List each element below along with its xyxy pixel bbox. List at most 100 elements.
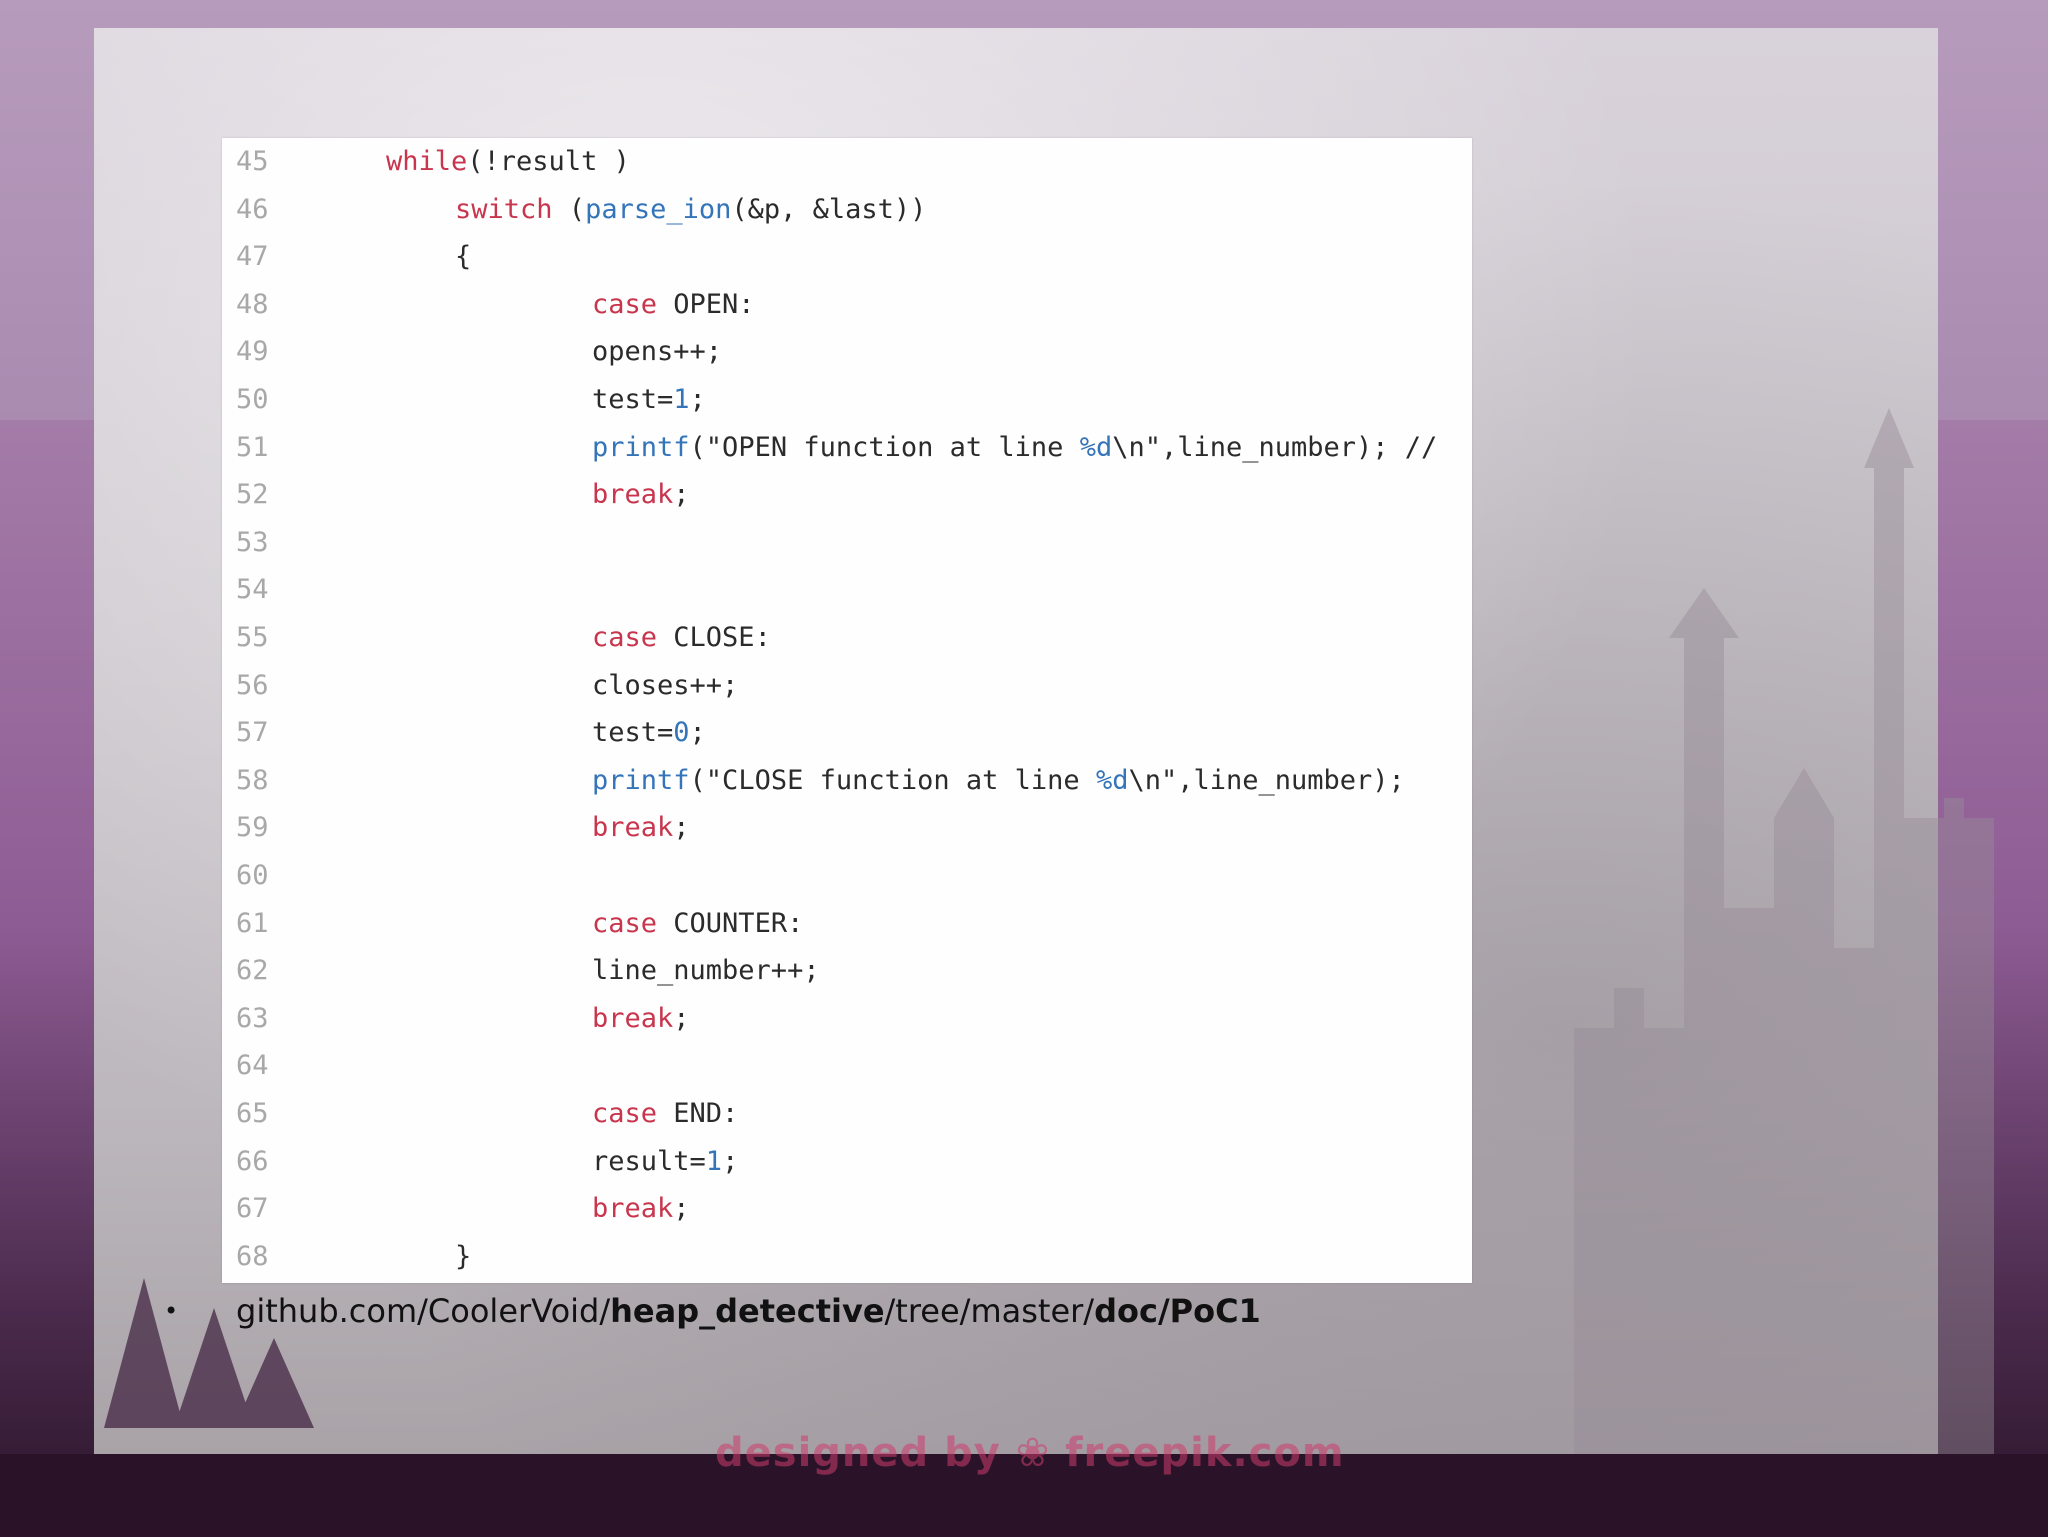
- code-text: case CLOSE:: [592, 614, 771, 661]
- code-text: }: [455, 1233, 471, 1280]
- line-number: 54: [236, 574, 269, 606]
- code-token: ("CLOSE function at line: [689, 764, 1096, 796]
- code-token-highlight: 1: [673, 384, 690, 415]
- code-text: opens++;: [592, 328, 722, 375]
- link-segment: /tree/master/: [884, 1292, 1095, 1330]
- code-keyword: break: [592, 812, 674, 844]
- code-keyword: switch: [455, 193, 553, 225]
- code-line: 65 case END:: [222, 1090, 1472, 1137]
- line-number: 60: [236, 860, 269, 891]
- code-line: 59 break;: [222, 804, 1472, 851]
- code-token: line_number++;: [592, 955, 820, 987]
- code-line: 58 printf("CLOSE function at line %d\n",l…: [222, 757, 1472, 804]
- code-keyword: while: [386, 146, 468, 177]
- code-text: break;: [592, 995, 690, 1042]
- line-number: 45: [236, 146, 269, 177]
- line-number: 53: [236, 526, 269, 558]
- line-number: 61: [236, 907, 269, 939]
- code-keyword: case: [592, 288, 658, 320]
- code-token: CLOSE:: [657, 622, 771, 653]
- line-number: 66: [236, 1145, 269, 1177]
- code-token-highlight: printf: [592, 431, 690, 463]
- line-number: 67: [236, 1193, 269, 1225]
- line-number: 55: [236, 622, 269, 653]
- link-segment: doc/PoC1: [1094, 1292, 1261, 1330]
- code-line: 46 switch (parse_ion(&p, &last)): [222, 186, 1472, 233]
- code-line: 57 test=0;: [222, 709, 1472, 756]
- code-line: 61 case COUNTER:: [222, 900, 1472, 947]
- code-line: 62 line_number++;: [222, 947, 1472, 994]
- line-number: 51: [236, 431, 269, 463]
- code-text: case END:: [592, 1090, 738, 1137]
- code-token: ;: [689, 717, 706, 749]
- link-segment: github.com/CoolerVoid/: [236, 1292, 611, 1330]
- code-screenshot: 45 while(!result ) 46 switch (parse_ion(&p,…: [222, 138, 1472, 1283]
- code-line: 55 case CLOSE:: [222, 614, 1472, 661]
- code-text: break;: [592, 1185, 690, 1232]
- line-number: 65: [236, 1098, 269, 1129]
- code-line: 67 break;: [222, 1185, 1472, 1232]
- code-token: ("OPEN function at line: [689, 431, 1080, 463]
- line-number: 68: [236, 1240, 269, 1272]
- line-number: 56: [236, 669, 269, 701]
- code-text: break;: [592, 804, 690, 851]
- code-text: closes++;: [592, 662, 738, 709]
- code-token-highlight: %d: [1079, 431, 1113, 463]
- line-number: 49: [236, 336, 269, 368]
- code-line: 64: [222, 1042, 1472, 1089]
- code-line: 53: [222, 519, 1472, 566]
- code-line: 68}: [222, 1233, 1472, 1280]
- bullet-dot: •: [164, 1297, 179, 1325]
- code-text: switch (parse_ion(&p, &last)): [455, 186, 926, 233]
- line-number: 59: [236, 812, 269, 844]
- line-number: 52: [236, 479, 269, 511]
- code-token-highlight: 1: [705, 1145, 723, 1177]
- code-text: {: [455, 233, 471, 280]
- code-line: 63 break;: [222, 995, 1472, 1042]
- code-token: {: [455, 241, 472, 273]
- code-text: printf("OPEN function at line %d\n",line…: [592, 424, 1437, 471]
- code-line: 52 break;: [222, 471, 1472, 518]
- code-line: 60: [222, 852, 1472, 899]
- code-keyword: case: [592, 907, 658, 939]
- code-token: ;: [673, 1002, 690, 1034]
- line-number: 58: [236, 764, 269, 796]
- code-token: OPEN:: [657, 288, 755, 320]
- code-line: 51 printf("OPEN function at line %d\n",li…: [222, 424, 1472, 471]
- watermark: designed by ❀ freepik.com: [715, 1430, 1345, 1476]
- code-text: test=1;: [592, 376, 706, 423]
- code-token-highlight: 0: [673, 717, 690, 749]
- line-number: 57: [236, 717, 269, 749]
- code-line: 56 closes++;: [222, 662, 1472, 709]
- code-token: test=: [592, 717, 674, 749]
- code-token-highlight: %d: [1095, 764, 1129, 796]
- code-keyword: break: [592, 479, 674, 511]
- code-token-highlight: parse_ion: [585, 193, 732, 225]
- code-line: 47 {: [222, 233, 1472, 280]
- code-token: ;: [722, 1145, 739, 1177]
- code-token: }: [455, 1240, 472, 1272]
- line-number: 63: [236, 1002, 269, 1034]
- code-text: case OPEN:: [592, 281, 755, 328]
- code-keyword: break: [592, 1193, 674, 1225]
- line-number: 62: [236, 955, 269, 987]
- reference-link[interactable]: github.com/CoolerVoid/heap_detective/tre…: [236, 1288, 1261, 1334]
- code-keyword: case: [592, 1098, 658, 1129]
- line-number: 50: [236, 384, 269, 415]
- code-token: COUNTER:: [657, 907, 804, 939]
- code-token: ;: [673, 812, 690, 844]
- code-token: test=: [592, 384, 674, 415]
- code-token: ;: [689, 384, 706, 415]
- code-text: while(!result ): [386, 138, 630, 185]
- code-line: 48 case OPEN:: [222, 281, 1472, 328]
- code-token-highlight: printf: [592, 764, 690, 796]
- code-token: result=: [592, 1145, 706, 1177]
- code-token: closes++;: [592, 669, 739, 701]
- castle-silhouette: [1574, 408, 1994, 1478]
- line-number: 64: [236, 1050, 269, 1082]
- code-line: 66 result=1;: [222, 1138, 1472, 1185]
- code-text: break;: [592, 471, 690, 518]
- code-text: test=0;: [592, 709, 706, 756]
- line-number: 47: [236, 241, 269, 273]
- line-number: 46: [236, 193, 269, 225]
